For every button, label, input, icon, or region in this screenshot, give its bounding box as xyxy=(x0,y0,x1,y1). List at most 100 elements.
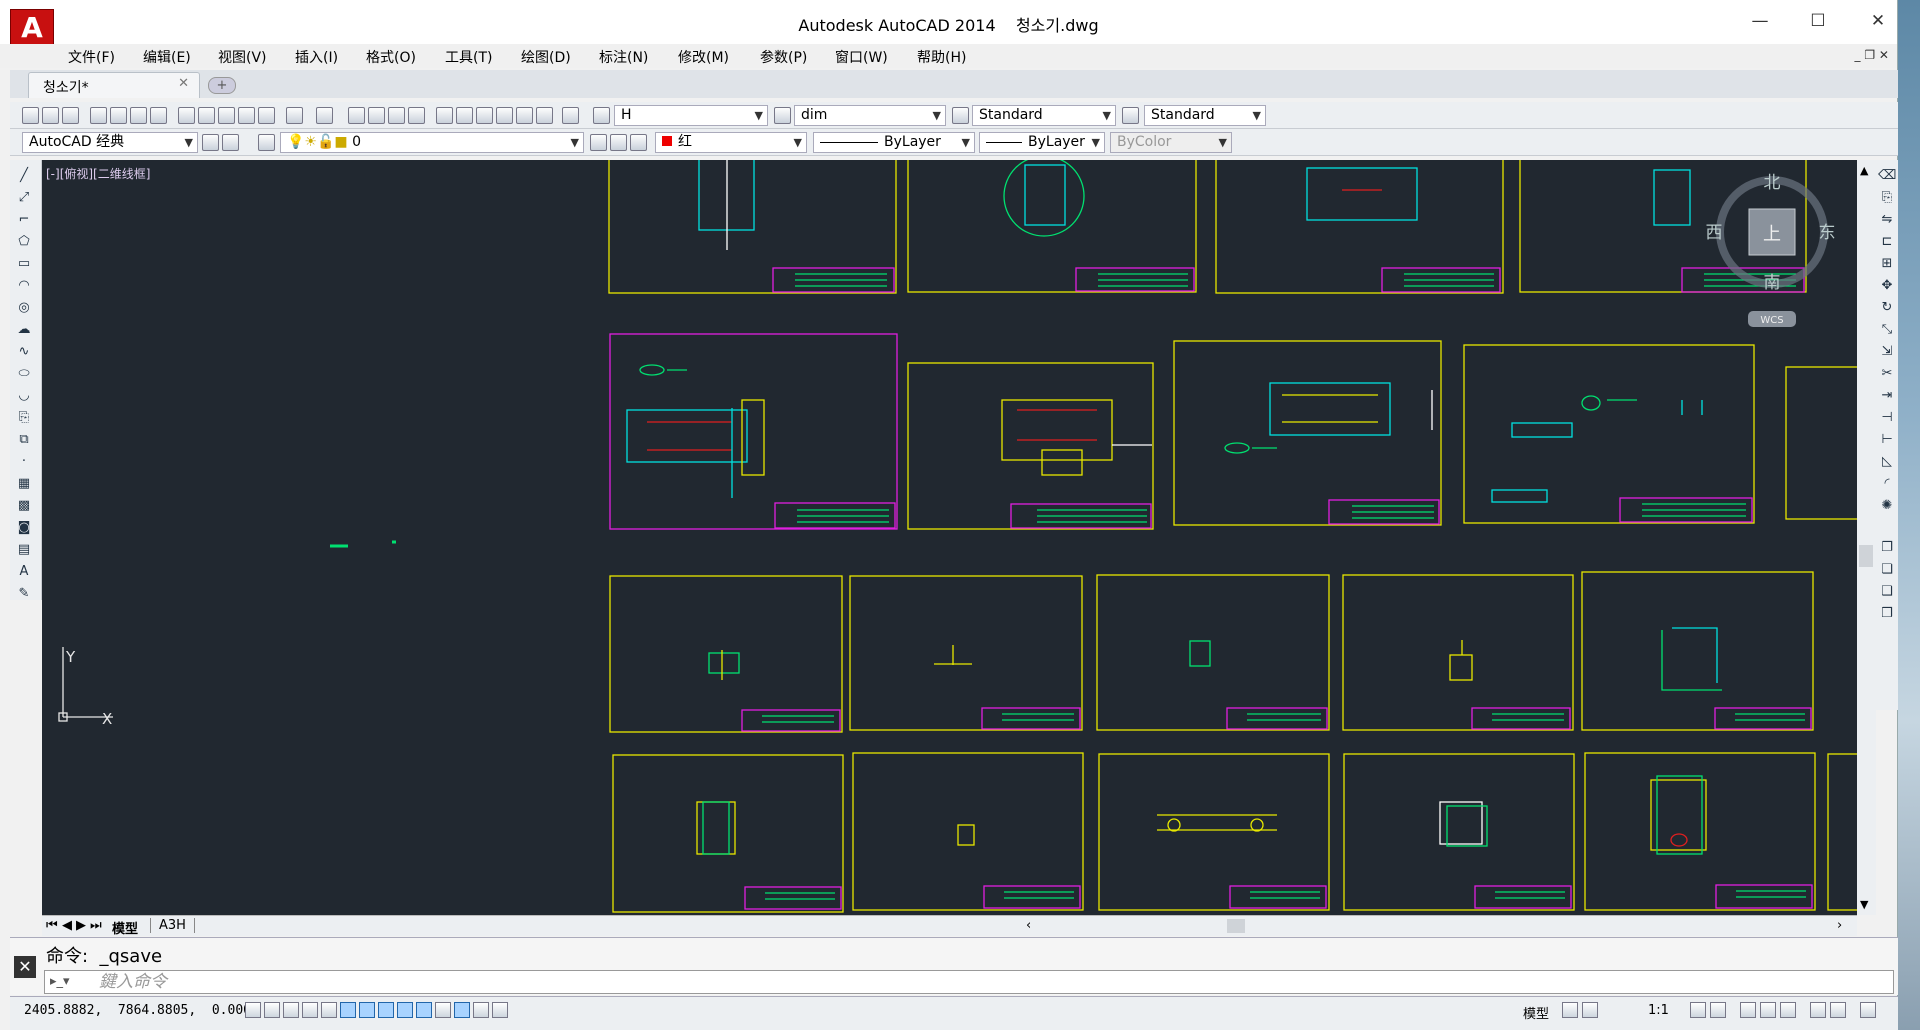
dim-style-select[interactable]: dim ▼ xyxy=(794,105,946,126)
join-icon[interactable]: ⊢ xyxy=(1878,432,1896,448)
minimize-button[interactable]: — xyxy=(1740,8,1780,34)
coordinate-readout[interactable]: 2405.8882, 7864.8805, 0.0000 xyxy=(24,1003,259,1018)
workspace-settings-icon[interactable] xyxy=(202,134,219,151)
vertical-scrollbar[interactable]: ▲ ▼ xyxy=(1857,160,1876,915)
quickcalc-icon[interactable] xyxy=(536,107,553,124)
move-icon[interactable]: ✥ xyxy=(1878,278,1896,294)
send-back-icon[interactable]: ❑ xyxy=(1878,584,1896,600)
quick-view-layouts-icon[interactable] xyxy=(1562,1002,1578,1018)
layout-nav-prev-icon[interactable]: ◀ xyxy=(62,918,72,933)
menu-window[interactable]: 窗口(W) xyxy=(835,47,888,67)
bring-front-icon[interactable]: ❏ xyxy=(1878,562,1896,578)
3d-object-snap-icon[interactable] xyxy=(359,1002,375,1018)
erase-icon[interactable]: ⌫ xyxy=(1878,168,1896,184)
status-menu-icon[interactable] xyxy=(1830,1002,1846,1018)
plot-icon[interactable] xyxy=(90,107,107,124)
ortho-mode-icon[interactable] xyxy=(302,1002,318,1018)
layout-nav-next-icon[interactable]: ▶ xyxy=(76,918,86,933)
help-icon[interactable] xyxy=(562,107,579,124)
match-properties-icon[interactable] xyxy=(238,107,255,124)
new-icon[interactable] xyxy=(22,107,39,124)
construction-line-icon[interactable]: ⤢ xyxy=(15,190,33,206)
hardware-acceleration-icon[interactable] xyxy=(1780,1002,1796,1018)
menu-insert[interactable]: 插入(I) xyxy=(295,47,338,67)
command-input[interactable]: 鍵入命令 xyxy=(44,970,1894,994)
isolate-objects-icon[interactable] xyxy=(1810,1002,1826,1018)
model-space-button[interactable]: 模型 xyxy=(1523,1003,1549,1022)
line-icon[interactable]: ╱ xyxy=(15,168,33,184)
layer-manager-icon[interactable] xyxy=(258,134,275,151)
hscroll-left-icon[interactable]: ‹ xyxy=(1026,918,1031,933)
close-button[interactable]: ✕ xyxy=(1858,8,1898,34)
revision-cloud-icon[interactable]: ☁ xyxy=(15,322,33,338)
redo-icon[interactable] xyxy=(316,107,333,124)
dim-style-icon[interactable] xyxy=(774,107,791,124)
mdi-window-controls[interactable]: _ ❐ ✕ xyxy=(1855,48,1889,62)
array-icon[interactable]: ⊞ xyxy=(1878,256,1896,272)
menu-help[interactable]: 帮助(H) xyxy=(917,47,966,67)
menu-parametric[interactable]: 参数(P) xyxy=(760,47,807,67)
pan-icon[interactable] xyxy=(348,107,365,124)
auto-scale-icon[interactable] xyxy=(1710,1002,1726,1018)
menu-edit[interactable]: 编辑(E) xyxy=(143,47,191,67)
cut-icon[interactable] xyxy=(178,107,195,124)
dynamic-ucs-icon[interactable] xyxy=(397,1002,413,1018)
object-snap-tracking-icon[interactable] xyxy=(378,1002,394,1018)
mirror-icon[interactable]: ⇋ xyxy=(1878,212,1896,228)
text-style-icon[interactable] xyxy=(593,107,610,124)
quick-view-drawings-icon[interactable] xyxy=(1582,1002,1598,1018)
add-selected-icon[interactable]: ✎ xyxy=(15,586,33,602)
layout-nav-first-icon[interactable]: ⏮ xyxy=(46,918,58,933)
layout-nav-last-icon[interactable]: ⏭ xyxy=(90,918,102,933)
workspace-switching-icon[interactable] xyxy=(1740,1002,1756,1018)
transparency-icon[interactable] xyxy=(454,1002,470,1018)
chamfer-icon[interactable]: ◺ xyxy=(1878,454,1896,470)
polyline-icon[interactable]: ⌐ xyxy=(15,212,33,228)
gradient-icon[interactable]: ▩ xyxy=(15,498,33,514)
copy-object-icon[interactable]: ⎘ xyxy=(1878,190,1896,206)
stretch-icon[interactable]: ⇲ xyxy=(1878,344,1896,360)
layer-select[interactable]: 💡☀🔓■ 0 ▼ xyxy=(280,132,584,153)
explode-icon[interactable]: ✺ xyxy=(1878,498,1896,514)
quick-properties-icon[interactable] xyxy=(473,1002,489,1018)
properties-icon[interactable] xyxy=(436,107,453,124)
arc-icon[interactable]: ◠ xyxy=(15,278,33,294)
infer-constraints-icon[interactable] xyxy=(245,1002,261,1018)
scroll-thumb[interactable] xyxy=(1859,545,1873,567)
zoom-realtime-icon[interactable] xyxy=(368,107,385,124)
table-style-icon[interactable] xyxy=(952,107,969,124)
scale-icon[interactable]: ⤡ xyxy=(1878,322,1896,338)
insert-block-icon[interactable]: ⎘ xyxy=(15,410,33,426)
menu-tools[interactable]: 工具(T) xyxy=(445,47,492,67)
document-tab-close-icon[interactable]: ✕ xyxy=(178,76,189,91)
menu-format[interactable]: 格式(O) xyxy=(366,47,416,67)
undo-icon[interactable] xyxy=(286,107,303,124)
zoom-window-icon[interactable] xyxy=(388,107,405,124)
offset-icon[interactable]: ⊏ xyxy=(1878,234,1896,250)
point-icon[interactable]: · xyxy=(15,454,33,470)
ellipse-arc-icon[interactable]: ◡ xyxy=(15,388,33,404)
viewcube[interactable]: 上 北 南 西 东 WCS xyxy=(1706,173,1836,327)
lineweight-toggle-icon[interactable] xyxy=(435,1002,451,1018)
menu-draw[interactable]: 绘图(D) xyxy=(521,47,571,67)
design-center-icon[interactable] xyxy=(456,107,473,124)
save-icon[interactable] xyxy=(62,107,79,124)
markup-icon[interactable] xyxy=(516,107,533,124)
linetype-select[interactable]: ByLayer ▼ xyxy=(813,132,975,153)
extend-icon[interactable]: ⇥ xyxy=(1878,388,1896,404)
annotation-visibility-icon[interactable] xyxy=(1690,1002,1706,1018)
workspace-select[interactable]: AutoCAD 经典 ▼ xyxy=(22,132,198,153)
break-icon[interactable]: ⊣ xyxy=(1878,410,1896,426)
table-icon[interactable]: ▤ xyxy=(15,542,33,558)
document-tab[interactable]: 청소기* ✕ xyxy=(28,72,200,98)
copy-icon[interactable] xyxy=(198,107,215,124)
menu-dimension[interactable]: 标注(N) xyxy=(599,47,648,67)
new-tab-button[interactable]: + xyxy=(208,77,236,94)
make-block-icon[interactable]: ⧉ xyxy=(15,432,33,448)
hscroll-thumb[interactable] xyxy=(1227,919,1245,933)
ellipse-icon[interactable]: ⬭ xyxy=(15,366,33,382)
annotation-scale[interactable]: 1:1 xyxy=(1648,1003,1669,1018)
layer-properties-icon[interactable] xyxy=(222,134,239,151)
mleader-style-icon[interactable] xyxy=(1122,107,1139,124)
snap-mode-icon[interactable] xyxy=(264,1002,280,1018)
